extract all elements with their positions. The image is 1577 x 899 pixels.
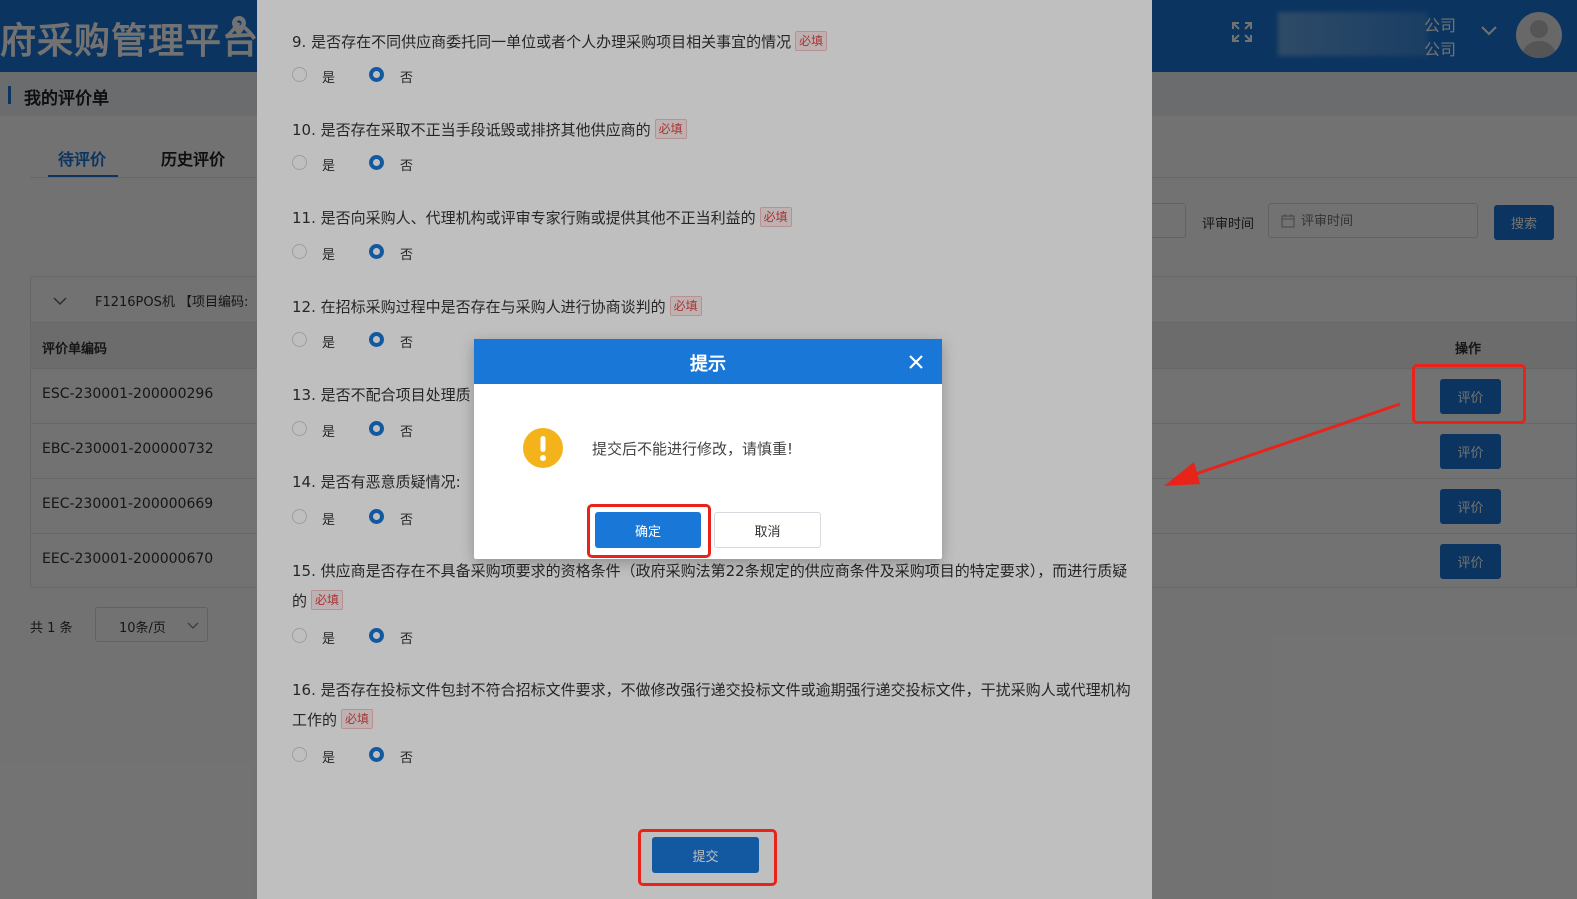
annotation-arrow-icon: [1164, 402, 1401, 486]
annotation-box-confirm: [587, 504, 711, 558]
annotation-box-submit: [638, 829, 777, 886]
annotation-box-evaluate: [1412, 364, 1526, 424]
dialog-title: 提示: [690, 354, 726, 375]
dialog-header: 提示: [474, 339, 942, 384]
close-icon[interactable]: [908, 354, 924, 370]
dialog-message: 提交后不能进行修改，请慎重!: [592, 440, 794, 458]
cancel-button[interactable]: 取消: [714, 512, 821, 548]
warning-icon: [523, 428, 563, 468]
